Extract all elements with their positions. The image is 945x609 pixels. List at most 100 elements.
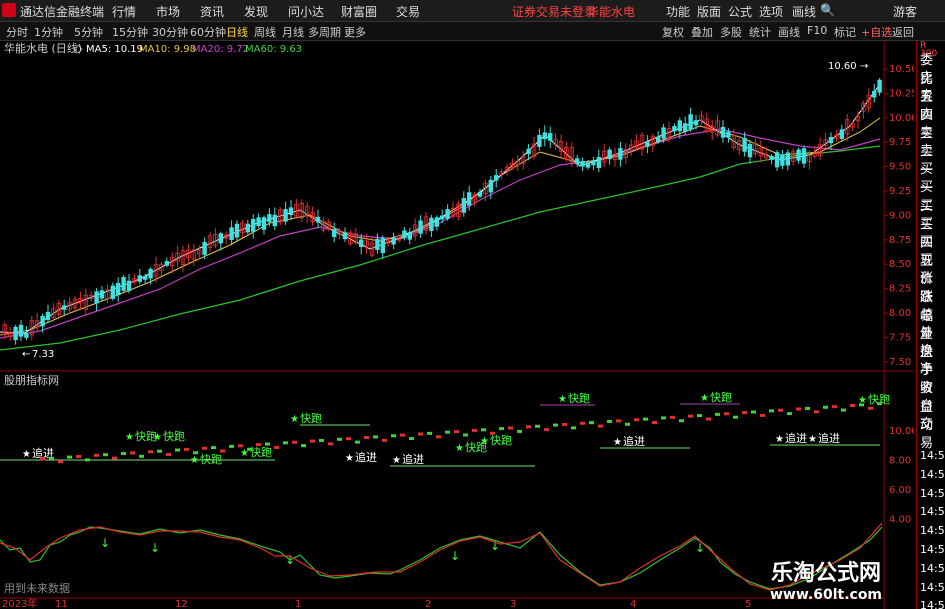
menu-function[interactable]: 功能: [666, 3, 690, 20]
signal-dash: [139, 454, 144, 458]
menu-market[interactable]: 行情: [112, 3, 136, 20]
menu-discover[interactable]: 发现: [244, 3, 268, 20]
btn-adjust[interactable]: 复权: [662, 24, 684, 40]
menu-news[interactable]: 资讯: [200, 3, 224, 20]
period-multi[interactable]: 多周期: [308, 24, 341, 40]
btn-draw[interactable]: 画线: [778, 24, 800, 40]
indicator-title: 股朋指标网: [4, 373, 59, 387]
candle-body: [488, 179, 493, 193]
candle-body: [618, 148, 623, 160]
signal-dash: [697, 414, 702, 418]
y-tick-label: 10.50: [889, 64, 914, 75]
period-more[interactable]: 更多: [344, 24, 366, 40]
candle-body: [137, 275, 142, 282]
side-time: 14:56: [920, 505, 945, 519]
menu-markets[interactable]: 市场: [156, 3, 180, 20]
period-5min[interactable]: 5分钟: [74, 24, 103, 40]
signal-dash: [499, 427, 504, 431]
signal-dash: [607, 419, 612, 423]
signal-dash: [778, 408, 783, 412]
signal-dash: [481, 428, 486, 432]
sub-y-tick-label: 10.00: [889, 426, 914, 437]
btn-stats[interactable]: 统计: [749, 24, 771, 40]
menu-draw[interactable]: 画线: [792, 3, 816, 20]
menu-formula[interactable]: 公式: [728, 3, 752, 20]
y-tick-label: 9.25: [889, 186, 911, 197]
signal-dash: [391, 434, 396, 438]
signal-dash: [724, 412, 729, 416]
btn-overlay[interactable]: 叠加: [691, 24, 713, 40]
kline-chart[interactable]: 华能水电 (日线) ◇ MA5: 10.19 MA10: 9.98 MA20: …: [0, 41, 914, 609]
candle-body: [40, 315, 45, 327]
quote-side-panel: R 300 委比 卖五 卖四 卖三 卖二 卖一 买一 买二 买三 买四 买五 现价 涨跌 涨幅 总量 外盘 换手…: [916, 41, 945, 609]
period-week[interactable]: 周线: [254, 24, 276, 40]
btn-mark[interactable]: 标记: [834, 24, 856, 40]
btn-f10[interactable]: F10: [807, 24, 827, 37]
candle-body: [283, 209, 288, 222]
signal-dash: [679, 419, 684, 423]
signal-dash: [652, 421, 657, 425]
signal-star-icon: ★: [455, 443, 464, 454]
btn-multi-stock[interactable]: 多股: [720, 24, 742, 40]
menu-layout[interactable]: 版面: [697, 3, 721, 20]
side-label[interactable]: 交易: [920, 413, 945, 451]
candle-body: [542, 132, 547, 140]
signal-dash: [562, 422, 567, 426]
signal-dash: [832, 405, 837, 409]
signal-star-icon: ★: [775, 434, 784, 445]
signal-dash: [301, 444, 306, 448]
period-30min[interactable]: 30分钟: [152, 24, 188, 40]
ma-toggle-icon[interactable]: ◇: [74, 42, 83, 55]
candle-body: [548, 133, 553, 141]
signal-dash: [400, 433, 405, 437]
period-1min[interactable]: 1分钟: [34, 24, 63, 40]
signal-label: 追进: [355, 450, 377, 464]
signal-star-icon: ★: [125, 432, 134, 443]
period-timeshare[interactable]: 分时: [6, 24, 28, 40]
signal-dash: [742, 411, 747, 415]
signal-dash: [526, 425, 531, 429]
period-day[interactable]: 日线: [226, 24, 248, 40]
candle-body: [18, 324, 24, 337]
period-month[interactable]: 月线: [282, 24, 304, 40]
candle-body: [261, 217, 267, 230]
guest-button[interactable]: 游客: [893, 3, 917, 20]
btn-add-favorite[interactable]: +自选: [861, 24, 892, 40]
signal-dash: [490, 431, 495, 435]
x-month-12: 12: [175, 599, 188, 609]
signal-star-icon: ★: [22, 449, 31, 460]
signal-label: 快跑: [200, 452, 222, 466]
y-tick-label: 10.00: [889, 113, 914, 124]
side-time: 14:56: [920, 449, 945, 462]
candle-body: [358, 239, 364, 248]
watermark-title: 乐淘公式网: [771, 561, 882, 586]
menu-ask[interactable]: 问小达: [288, 3, 324, 20]
candle-body: [774, 152, 780, 168]
signal-dash: [472, 428, 477, 432]
menu-trade[interactable]: 交易: [396, 3, 420, 20]
signal-dash: [787, 412, 792, 416]
search-icon[interactable]: 🔍: [820, 3, 835, 17]
signal-dash: [823, 405, 828, 409]
trade-status[interactable]: 证券交易未登录: [512, 3, 596, 20]
candle-body: [402, 230, 407, 239]
y-tick-label: 9.50: [889, 162, 911, 173]
sub-y-tick-label: 4.00: [889, 515, 911, 526]
signal-dash: [454, 430, 459, 434]
candle-body: [645, 141, 650, 147]
signal-dash: [841, 408, 846, 412]
signal-dash: [751, 410, 756, 414]
period-15min[interactable]: 15分钟: [112, 24, 148, 40]
candle-body: [202, 242, 207, 255]
btn-back[interactable]: 返回: [892, 24, 914, 40]
side-time: 14:56: [920, 467, 945, 481]
x-month-5: 5: [745, 599, 751, 609]
candle-body: [94, 291, 99, 304]
candle-body: [13, 326, 18, 341]
menu-options[interactable]: 选项: [759, 3, 783, 20]
signal-dash: [409, 437, 414, 441]
menu-circle[interactable]: 财富圈: [341, 3, 377, 20]
signal-dash: [508, 426, 513, 430]
period-60min[interactable]: 60分钟: [190, 24, 226, 40]
y-tick-label: 7.75: [889, 332, 911, 343]
